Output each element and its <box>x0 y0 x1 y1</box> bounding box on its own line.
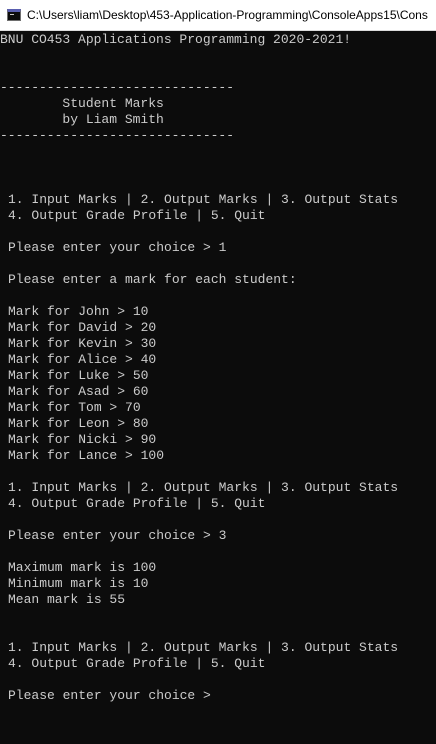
console-line-mark: Mark for Nicki > 90 <box>8 432 157 447</box>
console-line-mark: Mark for Asad > 60 <box>8 384 149 399</box>
console-line-header: BNU CO453 Applications Programming 2020-… <box>0 32 352 47</box>
console-line-mark: Mark for Lance > 100 <box>8 448 165 463</box>
console-line-menu: 1. Input Marks | 2. Output Marks | 3. Ou… <box>8 480 399 495</box>
console-line-divider: ------------------------------ <box>0 80 235 95</box>
console-line-menu: 4. Output Grade Profile | 5. Quit <box>8 496 266 511</box>
console-line-prompt: Please enter your choice > 3 <box>8 528 227 543</box>
console-line-prompt: Please enter your choice > 1 <box>8 240 227 255</box>
console-app-icon[interactable] <box>7 9 21 21</box>
console-line-author: by Liam Smith <box>0 112 164 127</box>
console-line-menu: 1. Input Marks | 2. Output Marks | 3. Ou… <box>8 640 399 655</box>
console-line-mark: Mark for Leon > 80 <box>8 416 149 431</box>
title-bar[interactable]: C:\Users\liam\Desktop\453-Application-Pr… <box>0 0 436 31</box>
console-line-instruction: Please enter a mark for each student: <box>8 272 297 287</box>
console-line-divider: ------------------------------ <box>0 128 235 143</box>
console-line-menu: 4. Output Grade Profile | 5. Quit <box>8 208 266 223</box>
console-line-menu: 1. Input Marks | 2. Output Marks | 3. Ou… <box>8 192 399 207</box>
console-line-mark: Mark for Luke > 50 <box>8 368 149 383</box>
console-line-stat-min: Minimum mark is 10 <box>8 576 149 591</box>
console-line-mark: Mark for John > 10 <box>8 304 149 319</box>
console-line-mark: Mark for Tom > 70 <box>8 400 141 415</box>
console-line-mark: Mark for Kevin > 30 <box>8 336 157 351</box>
console-line-menu: 4. Output Grade Profile | 5. Quit <box>8 656 266 671</box>
console-output[interactable]: BNU CO453 Applications Programming 2020-… <box>0 30 436 744</box>
console-line-mark: Mark for David > 20 <box>8 320 157 335</box>
console-window: C:\Users\liam\Desktop\453-Application-Pr… <box>0 0 436 744</box>
console-line-current-prompt[interactable]: Please enter your choice > <box>8 688 219 704</box>
window-title: C:\Users\liam\Desktop\453-Application-Pr… <box>27 8 428 22</box>
console-line-stat-mean: Mean mark is 55 <box>8 592 126 607</box>
console-line-app-title: Student Marks <box>0 96 164 111</box>
console-line-stat-max: Maximum mark is 100 <box>8 560 157 575</box>
console-line-mark: Mark for Alice > 40 <box>8 352 157 367</box>
